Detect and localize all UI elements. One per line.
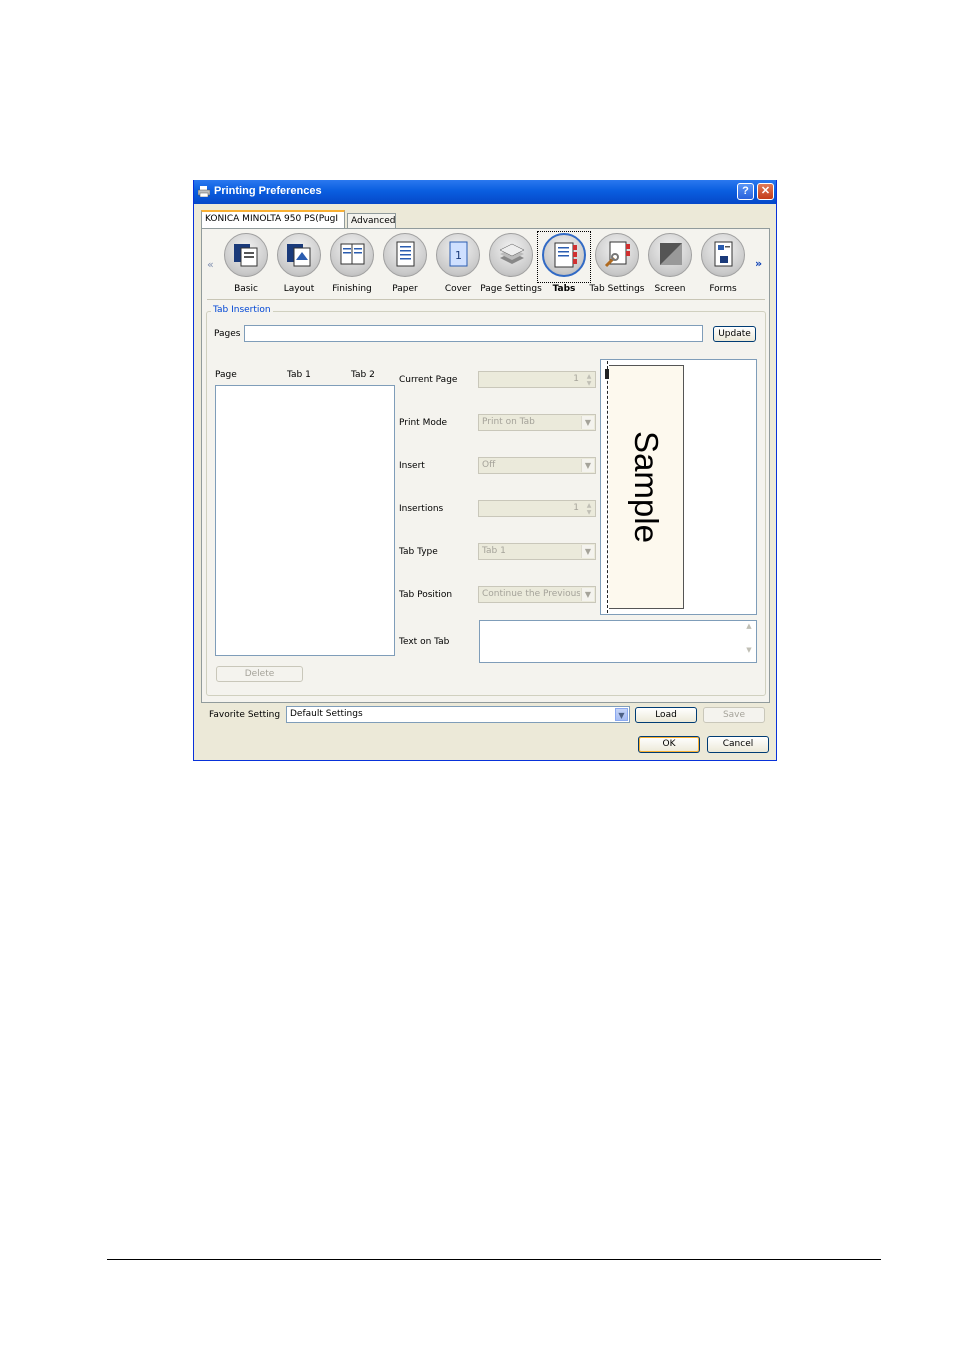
chevron-down-icon[interactable]: ▼	[581, 545, 594, 558]
tab-position-label: Tab Position	[399, 590, 453, 600]
spin-arrows-icon[interactable]: ▲ ▼	[584, 373, 594, 387]
insert-value: Off	[482, 460, 496, 470]
help-button[interactable]: ?	[737, 183, 754, 200]
tab-type-label: Tab Type	[399, 547, 438, 557]
update-button[interactable]: Update	[713, 326, 756, 342]
current-page-value: 1	[573, 374, 579, 384]
forms-icon	[714, 241, 733, 267]
basic-icon	[234, 244, 258, 267]
toolbar-screen[interactable]: Screen	[645, 233, 695, 294]
screen-icon	[660, 243, 682, 265]
svg-text:1: 1	[455, 249, 462, 262]
insertions-label: Insertions	[399, 504, 444, 514]
footer-rule	[107, 1259, 881, 1260]
chevron-down-icon[interactable]: ▼	[581, 588, 594, 601]
pages-label: Pages	[214, 329, 241, 339]
preview-tab-edge	[607, 361, 608, 613]
cover-icon: 1	[449, 241, 468, 267]
toolbar-separator	[207, 299, 765, 300]
current-page-spinner[interactable]: 1 ▲ ▼	[478, 371, 596, 388]
list-header-tab1: Tab 1	[287, 370, 311, 380]
toolbar-cover[interactable]: 1 Cover	[433, 233, 483, 294]
list-header-tab2: Tab 2	[351, 370, 375, 380]
toolbar-finishing[interactable]: Finishing	[327, 233, 377, 294]
page-settings-icon	[499, 243, 525, 264]
list-header-page: Page	[215, 370, 237, 380]
page-list[interactable]	[215, 385, 395, 656]
title-bar[interactable]: Printing Preferences ? ✕	[194, 180, 776, 204]
window-title: Printing Preferences	[214, 185, 322, 197]
paper-icon	[396, 241, 415, 267]
toolbar-forms-label: Forms	[709, 284, 737, 294]
print-mode-label: Print Mode	[399, 418, 448, 428]
insert-label: Insert	[399, 461, 425, 471]
insertions-spinner[interactable]: 1 ▲ ▼	[478, 500, 596, 517]
toolbar-tabs[interactable]: Tabs	[537, 231, 591, 294]
toolbar-page-settings[interactable]: Page Settings	[480, 233, 542, 294]
tab-settings-icon	[604, 241, 630, 268]
favorite-setting-value: Default Settings	[290, 709, 363, 719]
ok-button[interactable]: OK	[638, 736, 700, 753]
text-on-tab-textarea[interactable]: ▲ ▼	[479, 620, 757, 663]
toolbar-tab-settings[interactable]: Tab Settings	[589, 233, 645, 294]
layout-icon	[287, 244, 311, 267]
print-mode-value: Print on Tab	[482, 417, 535, 427]
chevron-down-icon[interactable]: ▼	[581, 459, 594, 472]
preview-tab-marker	[605, 369, 609, 379]
load-button[interactable]: Load	[635, 707, 697, 723]
toolbar-paper[interactable]: Paper	[380, 233, 430, 294]
favorite-setting-label: Favorite Setting	[209, 710, 281, 720]
chevron-down-icon[interactable]: ▼	[581, 416, 594, 429]
delete-button[interactable]: Delete	[216, 666, 303, 682]
tab-advanced[interactable]: Advanced	[347, 213, 396, 229]
cancel-button[interactable]: Cancel	[707, 736, 769, 753]
tab-type-select[interactable]: Tab 1 ▼	[478, 543, 596, 560]
tab-type-value: Tab 1	[482, 546, 506, 556]
spin-arrows-icon[interactable]: ▲ ▼	[584, 502, 594, 516]
pages-input[interactable]	[244, 325, 703, 342]
text-on-tab-label: Text on Tab	[399, 637, 450, 647]
insertions-value: 1	[573, 503, 579, 513]
printer-icon	[198, 186, 210, 197]
chevron-down-icon[interactable]: ▼	[615, 708, 628, 721]
close-button[interactable]: ✕	[757, 183, 774, 200]
preview-sample-text: Sample	[628, 431, 665, 543]
tabs-icon	[554, 242, 577, 268]
tab-printer[interactable]: KONICA MINOLTA 950 PS(PugI	[201, 210, 345, 229]
print-mode-select[interactable]: Print on Tab ▼	[478, 414, 596, 431]
finishing-icon	[340, 243, 365, 265]
toolbar-forms[interactable]: Forms	[698, 233, 748, 294]
scroll-right-icon[interactable]: »	[755, 257, 762, 270]
insert-select[interactable]: Off ▼	[478, 457, 596, 474]
tab-position-value: Continue the Previous P	[482, 589, 580, 599]
scroll-left-icon[interactable]: «	[207, 258, 214, 271]
tab-insertion-title: Tab Insertion	[211, 305, 273, 315]
favorite-setting-select[interactable]: Default Settings ▼	[286, 706, 630, 723]
toolbar-layout[interactable]: Layout	[274, 233, 324, 294]
scrollbar[interactable]: ▲ ▼	[743, 622, 755, 661]
save-button[interactable]: Save	[703, 707, 765, 723]
toolbar-basic[interactable]: Basic	[221, 233, 271, 294]
current-page-label: Current Page	[399, 375, 458, 385]
tab-position-select[interactable]: Continue the Previous P ▼	[478, 586, 596, 603]
